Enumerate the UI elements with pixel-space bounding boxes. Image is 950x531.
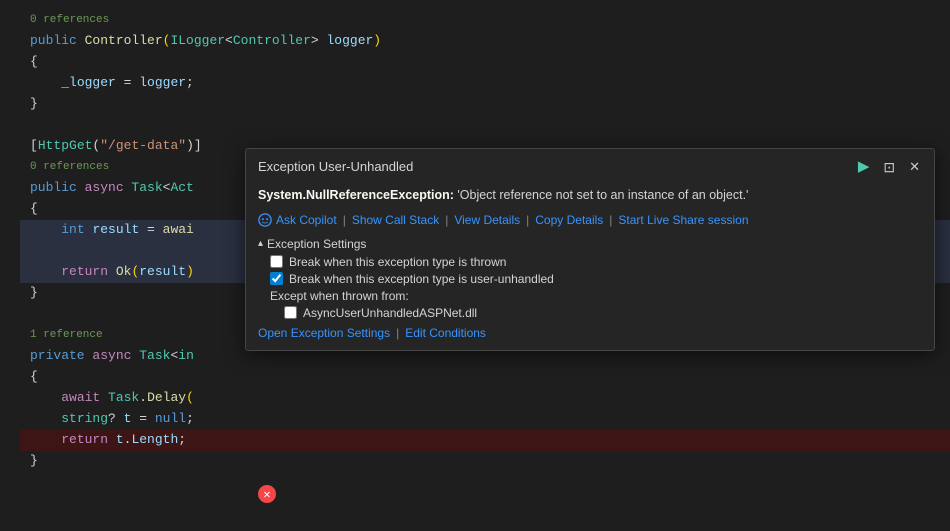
except-label: Except when thrown from: [270,289,922,303]
code-line: public Controller(ILogger<Controller> lo… [20,31,950,52]
keyword: public [30,31,85,52]
separator: | [609,213,612,227]
popup-body: System.NullReferenceException: 'Object r… [246,182,934,350]
code-line: { [20,52,950,73]
separator: | [526,213,529,227]
exception-popup: Exception User-Unhandled ▶ ⊡ ✕ System.Nu… [245,148,935,351]
code-line: { [20,367,950,388]
copy-details-link[interactable]: Copy Details [535,213,603,227]
comment: 0 references [30,159,109,177]
action-links: Ask Copilot | Show Call Stack | View Det… [258,213,922,227]
checkbox-row-2: Break when this exception type is user-u… [270,272,922,286]
pin-button[interactable]: ⊡ [879,158,899,176]
code-line [20,115,950,136]
close-button[interactable]: ✕ [905,158,924,175]
live-share-link[interactable]: Start Live Share session [618,213,748,227]
continue-button[interactable]: ▶ [854,157,874,176]
exception-type: System.NullReferenceException: [258,188,454,202]
error-indicator: ✕ [258,485,276,503]
code-line: await Task.Delay( [20,388,950,409]
comment: 1 reference [30,327,103,345]
bottom-links: Open Exception Settings | Edit Condition… [258,326,922,340]
separator: | [396,326,399,340]
code-line-error: return t.Length; [20,430,950,451]
code-line: } [20,94,950,115]
code-line: 0 references [20,10,950,31]
comment: 0 references [30,12,109,30]
popup-controls: ▶ ⊡ ✕ [854,157,924,176]
exception-detail: 'Object reference not set to an instance… [454,188,749,202]
settings-title: Exception Settings [267,237,366,251]
separator: | [445,213,448,227]
collapse-icon[interactable]: ▴ [258,238,263,249]
dll-checkbox[interactable] [284,306,297,319]
code-line: } [20,451,950,472]
code-line: string? t = null; [20,409,950,430]
checkbox-row-1: Break when this exception type is thrown [270,255,922,269]
dll-checkbox-row: AsyncUserUnhandledASPNet.dll [284,306,922,320]
break-on-thrown-checkbox[interactable] [270,255,283,268]
open-exception-settings-link[interactable]: Open Exception Settings [258,326,390,340]
ask-copilot-link[interactable]: Ask Copilot [276,213,337,227]
exception-settings: ▴ Exception Settings Break when this exc… [258,237,922,340]
break-on-thrown-label: Break when this exception type is thrown [289,255,506,269]
break-on-unhandled-label: Break when this exception type is user-u… [289,272,554,286]
popup-title: Exception User-Unhandled [258,159,413,174]
settings-header: ▴ Exception Settings [258,237,922,251]
copilot-icon [258,213,272,227]
exception-message: System.NullReferenceException: 'Object r… [258,186,922,205]
popup-header: Exception User-Unhandled ▶ ⊡ ✕ [246,149,934,182]
view-details-link[interactable]: View Details [454,213,520,227]
dll-label: AsyncUserUnhandledASPNet.dll [303,306,477,320]
code-line: _logger = logger; [20,73,950,94]
separator: | [343,213,346,227]
edit-conditions-link[interactable]: Edit Conditions [405,326,486,340]
show-call-stack-link[interactable]: Show Call Stack [352,213,439,227]
break-on-unhandled-checkbox[interactable] [270,272,283,285]
